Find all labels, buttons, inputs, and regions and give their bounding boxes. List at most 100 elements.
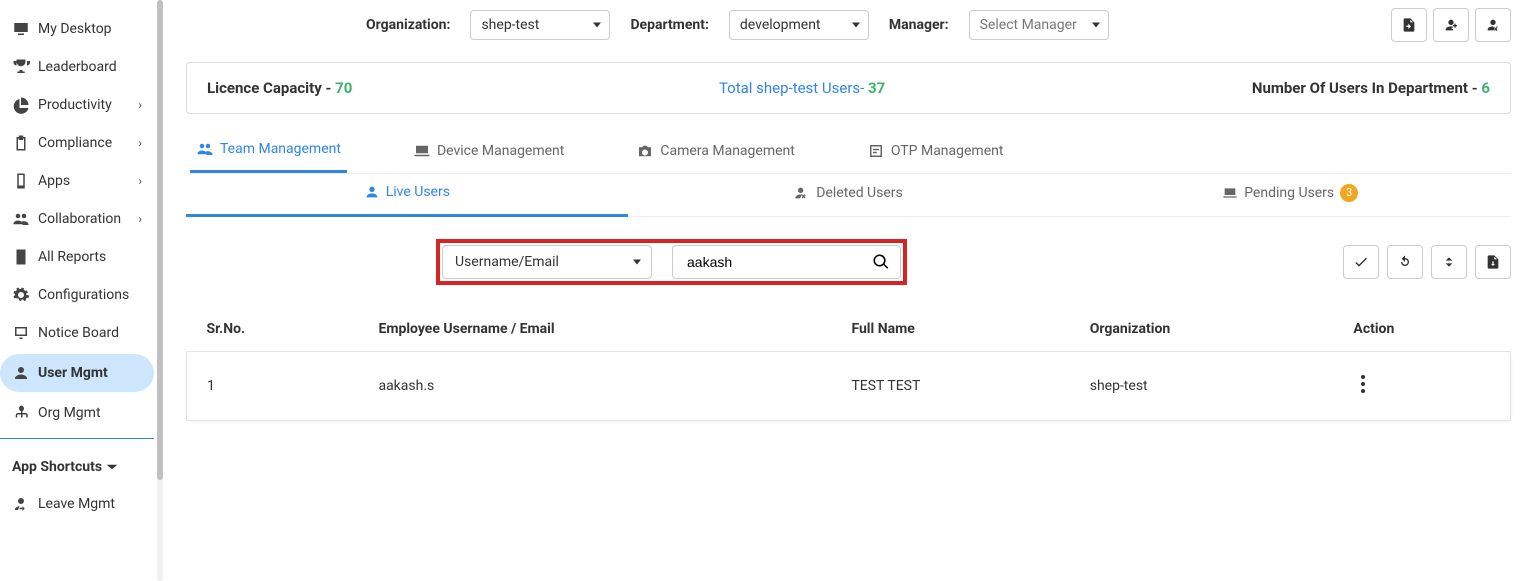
otp-icon	[867, 142, 885, 160]
mgr-label: Manager:	[889, 17, 949, 33]
cell-sr: 1	[187, 352, 359, 421]
report-icon	[12, 248, 30, 266]
sidebar-item-label: Org Mgmt	[38, 405, 101, 421]
deleted-user-icon	[794, 185, 810, 201]
sidebar-item-label: User Mgmt	[38, 365, 108, 381]
export-icon	[1401, 17, 1417, 33]
pending-count-badge: 3	[1340, 184, 1358, 202]
shortcut-item-leave-mgmt[interactable]: Leave Mgmt	[0, 485, 154, 523]
sidebar-item-label: Leaderboard	[38, 59, 117, 75]
sidebar-item-all-reports[interactable]: All Reports	[0, 238, 154, 276]
file-download-icon	[1485, 254, 1501, 270]
total-users[interactable]: Total shep-test Users- 37	[719, 79, 885, 97]
org-label: Organization:	[366, 17, 450, 33]
primary-tabs: Team Management Device Management Camera M…	[186, 132, 1511, 174]
controls-row: Username/Email	[186, 217, 1511, 307]
dept-users: Number Of Users In Department - 6	[1252, 79, 1490, 97]
subtab-label: Live Users	[386, 184, 450, 200]
summary-bar: Licence Capacity - 70 Total shep-test Us…	[186, 62, 1511, 114]
sidebar-item-notice-board[interactable]: Notice Board	[0, 314, 154, 352]
add-user-button[interactable]	[1433, 8, 1469, 42]
app-shortcuts-label: App Shortcuts	[12, 459, 102, 475]
sidebar-item-configurations[interactable]: Configurations	[0, 276, 154, 314]
sidebar-item-label: Collaboration	[38, 211, 121, 227]
sidebar-divider	[0, 438, 154, 439]
org-icon	[12, 404, 30, 422]
th-action: Action	[1333, 307, 1510, 352]
sidebar-item-label: Productivity	[38, 97, 112, 113]
search-input[interactable]	[683, 246, 872, 278]
mgr-select[interactable]: Select Manager	[969, 10, 1109, 40]
sidebar-item-org-mgmt[interactable]: Org Mgmt	[0, 394, 154, 432]
trophy-icon	[12, 58, 30, 76]
subtab-live-users[interactable]: Live Users	[186, 174, 628, 217]
tab-label: Camera Management	[660, 143, 794, 159]
sidebar-item-collaboration[interactable]: Collaboration›	[0, 200, 154, 238]
sidebar-item-label: Compliance	[38, 135, 112, 151]
sidebar-item-label: Apps	[38, 173, 70, 189]
licence-capacity: Licence Capacity - 70	[207, 79, 352, 97]
org-select[interactable]: shep-test	[470, 10, 610, 40]
sort-icon	[1441, 254, 1457, 270]
subtab-deleted-users[interactable]: Deleted Users	[628, 174, 1070, 217]
confirm-button[interactable]	[1343, 245, 1379, 279]
dept-select[interactable]: development	[729, 10, 869, 40]
search-input-wrap	[672, 245, 901, 279]
dept-label: Department:	[630, 17, 708, 33]
scrollbar[interactable]	[154, 0, 166, 581]
app-shortcuts-toggle[interactable]: App Shortcuts	[0, 449, 154, 485]
user-remove-icon	[1485, 17, 1501, 33]
template-download-button[interactable]	[1475, 245, 1511, 279]
search-filter-select[interactable]: Username/Email	[442, 245, 652, 279]
board-icon	[12, 324, 30, 342]
cell-user: aakash.s	[358, 352, 831, 421]
sidebar-item-my-desktop[interactable]: My Desktop	[0, 10, 154, 48]
row-actions-menu[interactable]	[1353, 368, 1373, 400]
chevron-right-icon: ›	[138, 98, 142, 112]
sidebar-item-label: Configurations	[38, 287, 129, 303]
pie-icon	[12, 96, 30, 114]
team-icon	[196, 140, 214, 158]
sidebar-item-label: All Reports	[38, 249, 106, 265]
user-plus-icon	[1443, 17, 1459, 33]
subtab-label: Pending Users	[1244, 185, 1334, 201]
phone-icon	[12, 172, 30, 190]
tab-device-management[interactable]: Device Management	[407, 132, 570, 173]
refresh-button[interactable]	[1387, 245, 1423, 279]
table-row: 1aakash.sTEST TESTshep-test	[187, 352, 1511, 421]
group-icon	[12, 210, 30, 228]
th-org: Organization	[1070, 307, 1334, 352]
export-button[interactable]	[1391, 8, 1427, 42]
search-highlight-box: Username/Email	[436, 239, 907, 285]
tab-camera-management[interactable]: Camera Management	[630, 132, 800, 173]
tab-otp-management[interactable]: OTP Management	[861, 132, 1010, 173]
chevron-right-icon: ›	[138, 136, 142, 150]
refresh-icon	[1397, 254, 1413, 270]
sidebar-item-apps[interactable]: Apps ›	[0, 162, 154, 200]
chevron-right-icon: ›	[138, 174, 142, 188]
users-table: Sr.No. Employee Username / Email Full Na…	[186, 307, 1511, 421]
th-user: Employee Username / Email	[358, 307, 831, 352]
sidebar-item-leaderboard[interactable]: Leaderboard	[0, 48, 154, 86]
tab-team-management[interactable]: Team Management	[190, 132, 347, 173]
search-icon[interactable]	[872, 253, 890, 271]
sidebar-item-user-mgmt[interactable]: User Mgmt	[0, 354, 154, 392]
sort-button[interactable]	[1431, 245, 1467, 279]
cell-name: TEST TEST	[831, 352, 1069, 421]
sidebar-item-label: My Desktop	[38, 21, 112, 37]
sidebar-item-label: Notice Board	[38, 325, 119, 341]
sidebar-item-productivity[interactable]: Productivity ›	[0, 86, 154, 124]
subtab-label: Deleted Users	[816, 185, 903, 201]
camera-icon	[636, 142, 654, 160]
laptop-icon	[413, 142, 431, 160]
check-icon	[1353, 254, 1369, 270]
sidebar-item-compliance[interactable]: Compliance ›	[0, 124, 154, 162]
cell-org: shep-test	[1070, 352, 1334, 421]
tab-label: OTP Management	[891, 143, 1004, 159]
gear-icon	[12, 286, 30, 304]
live-user-icon	[364, 184, 380, 200]
sidebar: My DesktopLeaderboardProductivity›Compli…	[0, 0, 154, 581]
remove-user-button[interactable]	[1475, 8, 1511, 42]
subtab-pending-users[interactable]: Pending Users 3	[1069, 174, 1511, 217]
filter-bar: Organization: shep-test Department: deve…	[186, 8, 1511, 42]
